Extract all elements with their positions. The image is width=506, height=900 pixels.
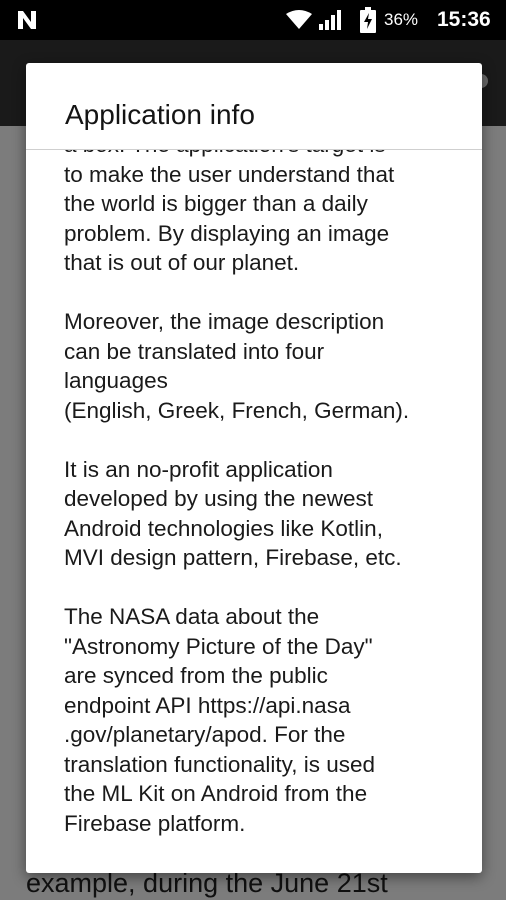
wifi-icon bbox=[286, 10, 312, 29]
dialog-title: Application info bbox=[65, 99, 255, 130]
battery-percent: 36% bbox=[384, 10, 419, 29]
dialog-body-text: a box. The application's target is to ma… bbox=[64, 150, 410, 836]
status-bar: 36% 15:36 bbox=[0, 0, 506, 40]
signal-icon bbox=[319, 10, 341, 30]
n-notification-icon bbox=[18, 11, 36, 29]
status-clock: 15:36 bbox=[437, 8, 491, 31]
application-info-dialog: Application info a box. The application'… bbox=[26, 63, 482, 873]
dialog-scroll-body[interactable]: a box. The application's target is to ma… bbox=[64, 150, 464, 873]
battery-charging-icon bbox=[360, 7, 376, 33]
